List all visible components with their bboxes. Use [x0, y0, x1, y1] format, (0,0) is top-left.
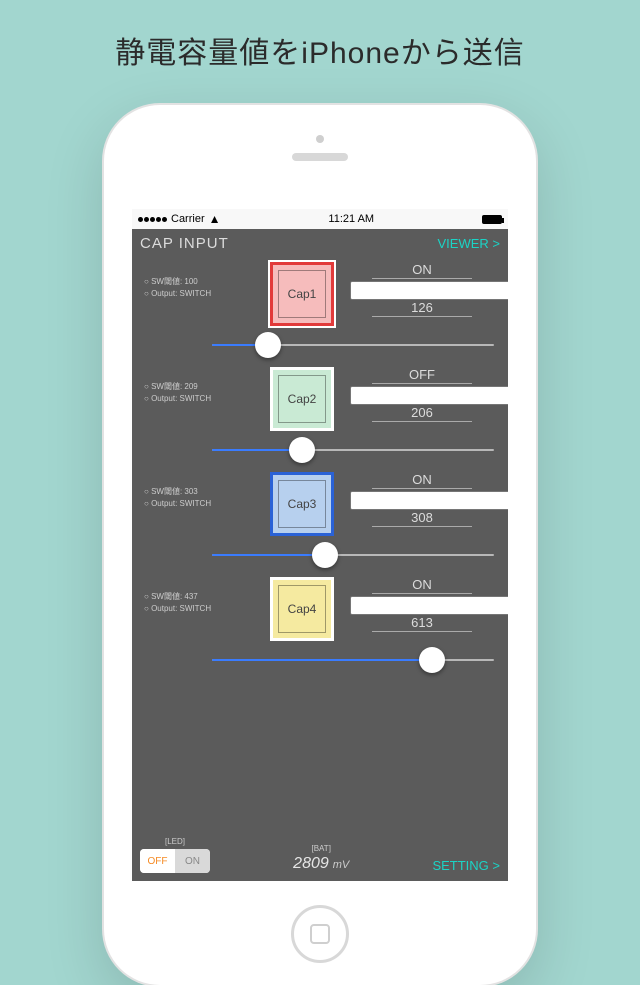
cap-box-3[interactable]: Cap3: [270, 472, 334, 536]
status-bar: Carrier ▲ 11:21 AM: [132, 209, 508, 229]
phone-camera: [316, 135, 324, 143]
headline: 静電容量値をiPhoneから送信: [0, 0, 640, 72]
input-value: 206: [372, 405, 472, 422]
input-value: 126: [372, 300, 472, 317]
setting-link[interactable]: SETTING >: [432, 858, 500, 873]
cap-row-1: SW閾値: 100 Output: SWITCH Cap1 ON 126: [140, 256, 500, 361]
slider-thumb[interactable]: [255, 332, 281, 358]
switch-state: ON: [372, 577, 472, 594]
cap-box-4[interactable]: Cap4: [270, 577, 334, 641]
home-button[interactable]: [291, 905, 349, 963]
input-heading: [350, 491, 494, 510]
cap-slider-3[interactable]: [212, 545, 494, 565]
signal-icon: [138, 217, 167, 222]
bat-label: [BAT]: [293, 844, 349, 853]
cap-box-2[interactable]: Cap2: [270, 367, 334, 431]
input-heading: [350, 281, 494, 300]
led-on-segment[interactable]: ON: [175, 849, 210, 873]
input-value: 308: [372, 510, 472, 527]
cap-config-labels: SW閾値: 303 Output: SWITCH: [144, 486, 211, 510]
led-label: [LED]: [140, 837, 210, 846]
cap-config-labels: SW閾値: 100 Output: SWITCH: [144, 276, 211, 300]
phone-speaker: [292, 153, 348, 161]
bat-unit: mV: [333, 859, 350, 871]
cap-slider-1[interactable]: [212, 335, 494, 355]
battery-icon: [482, 215, 502, 224]
input-heading: [350, 386, 494, 405]
slider-thumb[interactable]: [312, 542, 338, 568]
app-title: CAP INPUT: [140, 235, 229, 252]
slider-thumb[interactable]: [419, 647, 445, 673]
cap-slider-4[interactable]: [212, 650, 494, 670]
input-heading: [350, 596, 494, 615]
phone-screen: Carrier ▲ 11:21 AM CAP INPUT VIEWER > SW…: [132, 209, 508, 881]
cap-box-label: Cap2: [278, 375, 326, 423]
switch-state: ON: [372, 472, 472, 489]
cap-config-labels: SW閾値: 437 Output: SWITCH: [144, 591, 211, 615]
cap-row-2: SW閾値: 209 Output: SWITCH Cap2 OFF 206: [140, 361, 500, 466]
cap-row-4: SW閾値: 437 Output: SWITCH Cap4 ON 613: [140, 571, 500, 676]
led-off-segment[interactable]: OFF: [140, 849, 175, 873]
viewer-link[interactable]: VIEWER >: [438, 236, 501, 251]
switch-state: OFF: [372, 367, 472, 384]
status-time: 11:21 AM: [328, 213, 374, 225]
cap-box-label: Cap1: [278, 270, 326, 318]
cap-box-label: Cap3: [278, 480, 326, 528]
wifi-icon: ▲: [209, 212, 221, 226]
input-value: 613: [372, 615, 472, 632]
cap-config-labels: SW閾値: 209 Output: SWITCH: [144, 381, 211, 405]
cap-box-label: Cap4: [278, 585, 326, 633]
slider-thumb[interactable]: [289, 437, 315, 463]
cap-box-1[interactable]: Cap1: [270, 262, 334, 326]
cap-slider-2[interactable]: [212, 440, 494, 460]
carrier-label: Carrier: [171, 213, 205, 225]
switch-state: ON: [372, 262, 472, 279]
led-toggle[interactable]: OFF ON: [140, 849, 210, 873]
phone-frame: Carrier ▲ 11:21 AM CAP INPUT VIEWER > SW…: [104, 105, 536, 985]
bat-value: 2809: [293, 855, 329, 872]
app-content: CAP INPUT VIEWER > SW閾値: 100 Output: SWI…: [132, 229, 508, 881]
cap-row-3: SW閾値: 303 Output: SWITCH Cap3 ON 308: [140, 466, 500, 571]
